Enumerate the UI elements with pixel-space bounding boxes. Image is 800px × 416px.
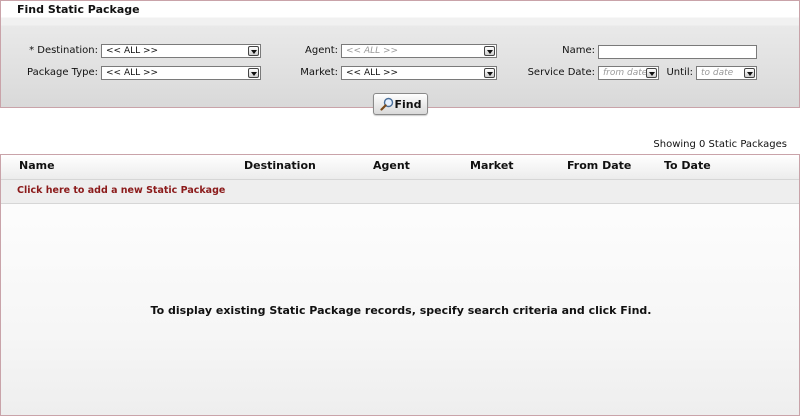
- service-date-until-placeholder: to date: [701, 68, 734, 78]
- find-static-package-panel: Find Static Package * Destination: << AL…: [0, 0, 800, 108]
- destination-label: * Destination:: [29, 45, 98, 56]
- column-header-agent[interactable]: Agent: [373, 159, 410, 172]
- chevron-down-icon[interactable]: [484, 46, 495, 56]
- column-header-name[interactable]: Name: [19, 159, 55, 172]
- add-package-row: Click here to add a new Static Package: [1, 180, 799, 204]
- destination-select[interactable]: << ALL >>: [101, 44, 261, 58]
- panel-title: Find Static Package: [17, 3, 140, 16]
- add-static-package-link[interactable]: Click here to add a new Static Package: [17, 185, 225, 196]
- market-label: Market:: [300, 67, 338, 78]
- destination-select-value: << ALL >>: [106, 46, 159, 56]
- service-date-until-picker[interactable]: to date: [696, 66, 757, 80]
- find-button-label: Find: [394, 97, 422, 111]
- result-count: Showing 0 Static Packages: [653, 139, 787, 150]
- empty-results-message: To display existing Static Package recor…: [150, 304, 652, 317]
- chevron-down-icon[interactable]: [248, 46, 259, 56]
- chevron-down-icon[interactable]: [646, 68, 657, 78]
- service-date-label: Service Date:: [527, 67, 595, 78]
- column-header-market[interactable]: Market: [470, 159, 514, 172]
- column-header-from-date[interactable]: From Date: [567, 159, 631, 172]
- market-select-value: << ALL >>: [346, 68, 399, 78]
- agent-select-placeholder: << ALL >>: [346, 46, 399, 56]
- name-input[interactable]: [598, 45, 757, 59]
- market-select[interactable]: << ALL >>: [341, 66, 497, 80]
- column-header-to-date[interactable]: To Date: [664, 159, 711, 172]
- find-button[interactable]: Find: [373, 93, 428, 115]
- chevron-down-icon[interactable]: [744, 68, 755, 78]
- name-label: Name:: [562, 45, 595, 56]
- package-type-select[interactable]: << ALL >>: [101, 66, 261, 80]
- chevron-down-icon[interactable]: [484, 68, 495, 78]
- grid-header: Name Destination Agent Market From Date …: [1, 155, 799, 180]
- agent-label: Agent:: [305, 45, 338, 56]
- agent-select[interactable]: << ALL >>: [341, 44, 497, 58]
- chevron-down-icon[interactable]: [248, 68, 259, 78]
- column-header-destination[interactable]: Destination: [244, 159, 316, 172]
- package-type-select-value: << ALL >>: [106, 68, 159, 78]
- package-type-label: Package Type:: [27, 67, 98, 78]
- service-date-from-placeholder: from date: [603, 68, 648, 78]
- magnifier-icon: [379, 97, 393, 111]
- until-label: Until:: [666, 67, 693, 78]
- results-grid: Name Destination Agent Market From Date …: [0, 154, 800, 416]
- service-date-from-picker[interactable]: from date: [598, 66, 659, 80]
